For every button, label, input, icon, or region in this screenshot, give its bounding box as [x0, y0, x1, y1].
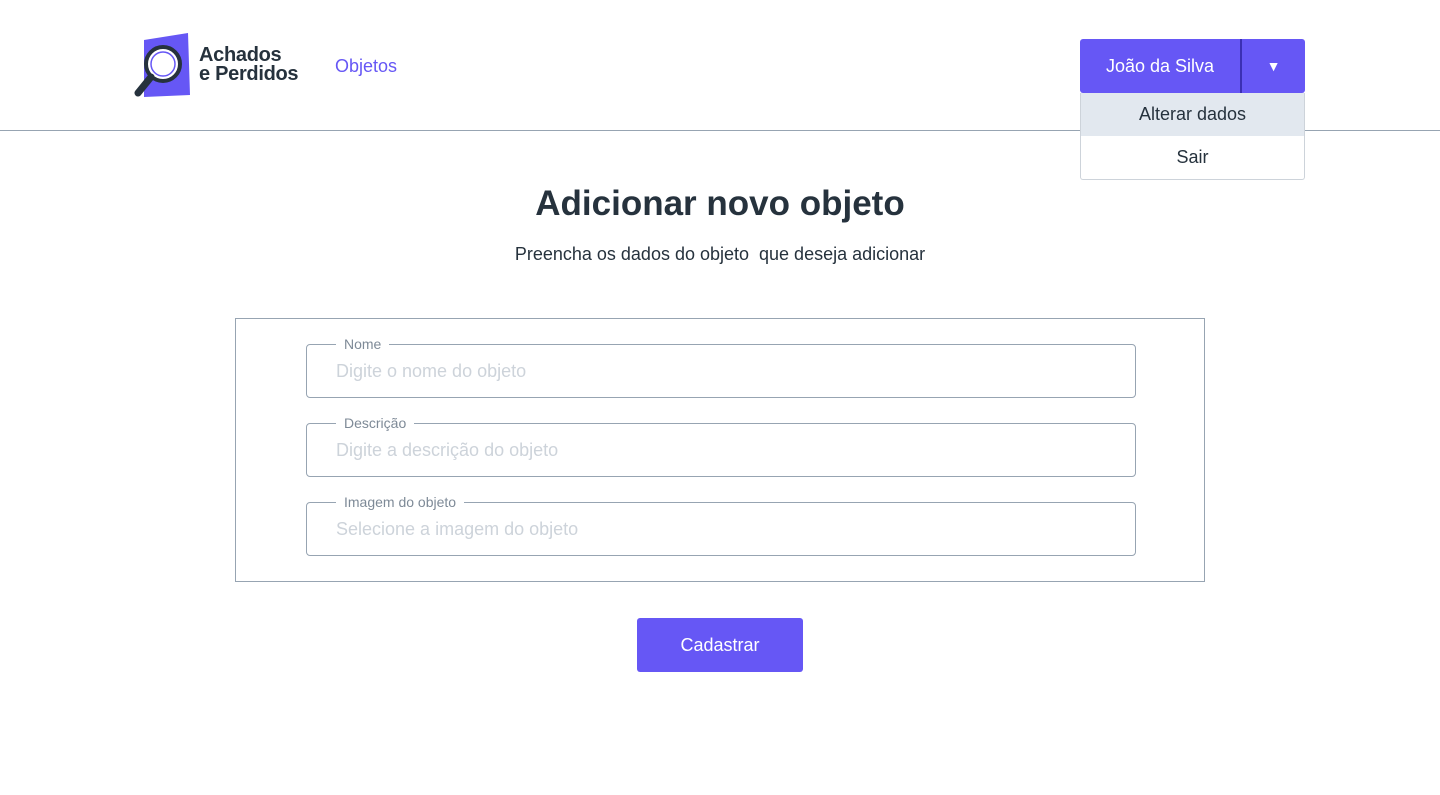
image-field: Imagem do objeto: [306, 494, 1136, 556]
page: Achados e Perdidos Objetos João da Silva…: [0, 0, 1440, 795]
menu-item-sair[interactable]: Sair: [1081, 136, 1304, 179]
menu-item-alterar-dados[interactable]: Alterar dados: [1081, 93, 1304, 136]
brand-name: Achados e Perdidos: [199, 45, 299, 85]
user-name[interactable]: João da Silva: [1080, 39, 1242, 93]
user-menu: João da Silva ▼ Alterar dados Sair: [1080, 39, 1305, 180]
brand-line-2: e Perdidos: [199, 63, 299, 85]
caret-down-icon[interactable]: ▼: [1242, 39, 1305, 93]
name-input[interactable]: [307, 345, 1135, 397]
page-subtitle: Preencha os dados do objeto que deseja a…: [514, 244, 926, 264]
image-input[interactable]: [307, 503, 1135, 555]
description-input[interactable]: [307, 424, 1135, 476]
object-form: Nome Descrição Imagem do objeto: [235, 318, 1205, 582]
nav-objetos-link[interactable]: Objetos: [335, 56, 397, 77]
name-field: Nome: [306, 336, 1136, 398]
brand-logo[interactable]: Achados e Perdidos: [134, 33, 309, 99]
magnifier-logo-icon: [134, 33, 190, 97]
user-dropdown: Alterar dados Sair: [1080, 93, 1305, 180]
description-field: Descrição: [306, 415, 1136, 477]
cadastrar-button[interactable]: Cadastrar: [637, 618, 803, 672]
user-menu-button[interactable]: João da Silva ▼: [1080, 39, 1305, 93]
page-title: Adicionar novo objeto: [535, 184, 905, 223]
header: Achados e Perdidos Objetos João da Silva…: [0, 0, 1440, 180]
